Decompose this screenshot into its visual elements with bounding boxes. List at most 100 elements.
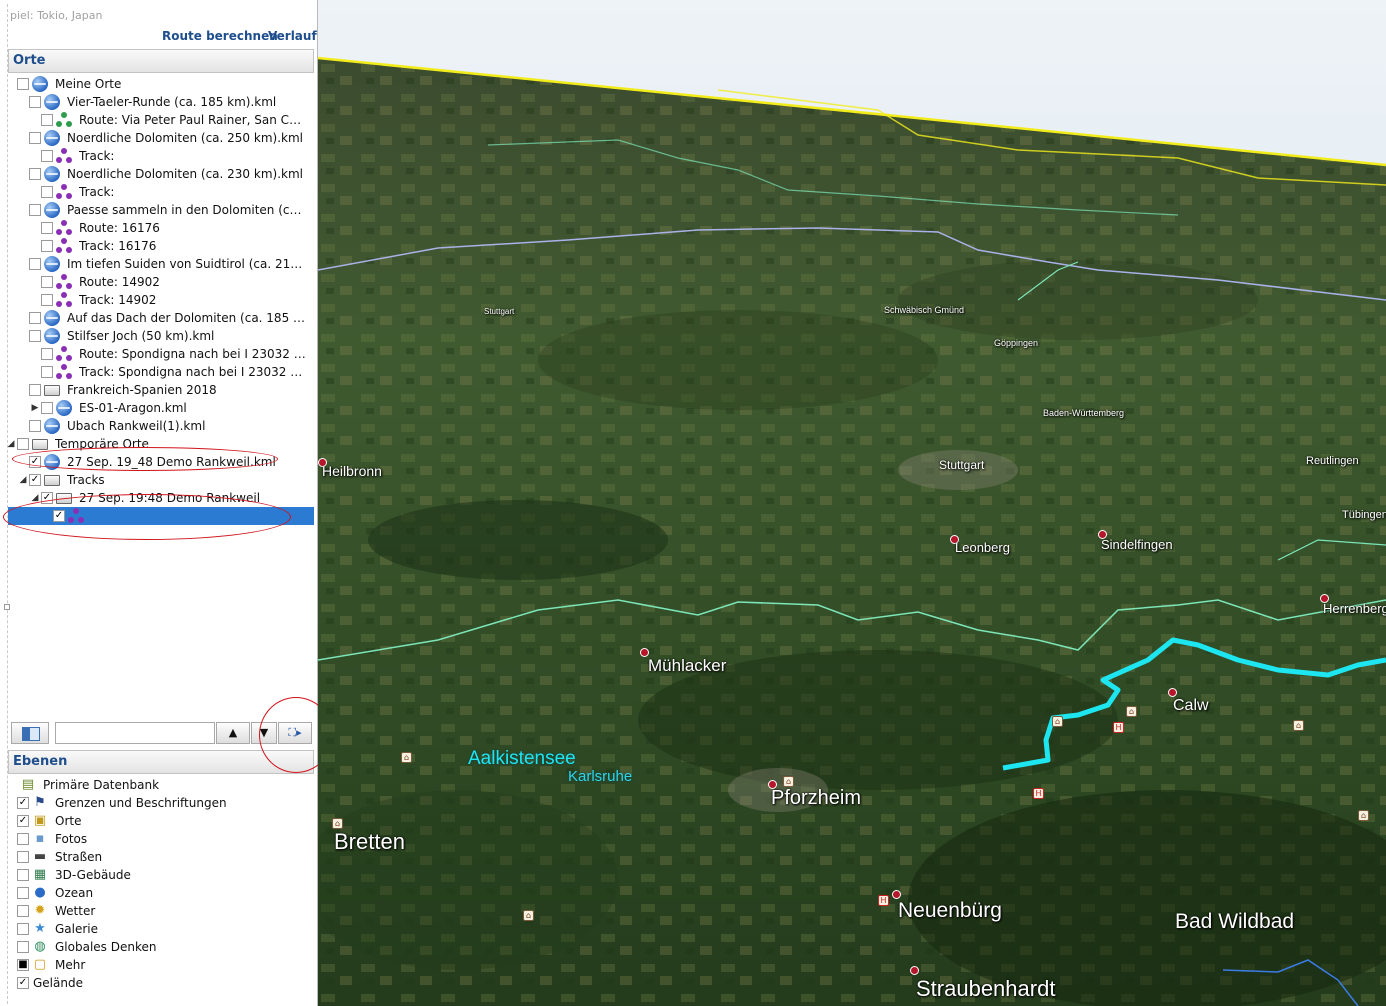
places-tree-item[interactable]: Meine Orte (8, 75, 314, 93)
move-down-button[interactable]: ▼ (251, 722, 277, 744)
hospital-icon[interactable]: H (878, 895, 889, 906)
layer-checkbox[interactable]: ■ (17, 959, 29, 971)
places-tree-item[interactable]: Route: 14902 (8, 273, 314, 291)
resize-handle[interactable] (4, 604, 10, 610)
visibility-checkbox[interactable] (41, 366, 53, 378)
places-tree-item[interactable]: Route: 16176 (8, 219, 314, 237)
visibility-checkbox[interactable] (17, 438, 29, 450)
play-tour-button[interactable]: ⛶▸ (278, 722, 312, 744)
visibility-checkbox[interactable] (29, 384, 41, 396)
visibility-checkbox[interactable] (17, 78, 29, 90)
panel-toggle-button[interactable] (11, 722, 49, 744)
museum-icon[interactable]: ⌂ (1052, 716, 1063, 727)
city-marker[interactable] (910, 966, 919, 975)
museum-icon[interactable]: ⌂ (332, 818, 343, 829)
layer-checkbox[interactable] (17, 887, 29, 899)
places-tree-item[interactable]: Track: (8, 147, 314, 165)
layer-checkbox[interactable] (17, 833, 29, 845)
visibility-checkbox[interactable] (41, 240, 53, 252)
route-link[interactable]: Route berechnen (162, 29, 278, 43)
layers-section-header[interactable]: Ebenen (8, 750, 314, 774)
visibility-checkbox[interactable] (41, 348, 53, 360)
visibility-checkbox[interactable] (29, 132, 41, 144)
visibility-checkbox[interactable] (41, 114, 53, 126)
visibility-checkbox[interactable]: ✓ (53, 510, 65, 522)
visibility-checkbox[interactable]: ✓ (29, 456, 41, 468)
layers-tree-item[interactable]: ● Ozean (8, 884, 314, 902)
layer-checkbox[interactable] (17, 869, 29, 881)
layer-checkbox[interactable]: ✓ (17, 815, 29, 827)
museum-icon[interactable]: ⌂ (401, 752, 412, 763)
layers-tree-item[interactable]: ✹ Wetter (8, 902, 314, 920)
visibility-checkbox[interactable] (29, 330, 41, 342)
places-tree-item[interactable]: Noerdliche Dolomiten (ca. 250 km).kml (8, 129, 314, 147)
visibility-checkbox[interactable] (41, 150, 53, 162)
places-tree-item[interactable]: ◢ Temporäre Orte (8, 435, 314, 453)
places-tree-item[interactable]: Track: 16176 (8, 237, 314, 255)
layer-checkbox[interactable] (17, 905, 29, 917)
places-tree-item[interactable]: ▶ ES-01-Aragon.kml (8, 399, 314, 417)
places-tree-item[interactable]: ◢ ✓ 27 Sep. 19:48 Demo Rankweil (8, 489, 314, 507)
visibility-checkbox[interactable] (41, 222, 53, 234)
move-up-button[interactable]: ▲ (216, 722, 250, 744)
places-tree-item[interactable]: Stilfser Joch (50 km).kml (8, 327, 314, 345)
visibility-checkbox[interactable] (41, 276, 53, 288)
places-search-input[interactable] (55, 722, 215, 744)
hospital-icon[interactable]: H (1033, 788, 1044, 799)
city-marker[interactable] (892, 890, 901, 899)
visibility-checkbox[interactable] (29, 204, 41, 216)
layers-tree-item[interactable]: ◍ Globales Denken (8, 938, 314, 956)
expand-arrow-icon[interactable]: ▶ (30, 399, 40, 417)
visibility-checkbox[interactable] (29, 420, 41, 432)
layers-tree-item[interactable]: ★ Galerie (8, 920, 314, 938)
layers-tree-item[interactable]: ▤ Primäre Datenbank (8, 776, 314, 794)
places-tree-item[interactable]: Track: (8, 183, 314, 201)
map-view[interactable]: ⌂ ⌂ ⌂ ⌂ ⌂ ⌂ ⌂ ⌂ H H H Heilbronn Stuttgar… (318, 0, 1386, 1006)
places-tree-item[interactable]: Noerdliche Dolomiten (ca. 230 km).kml (8, 165, 314, 183)
places-tree-item[interactable]: ✓ 27 Sep. 19_48 Demo Rankweil.kml (8, 453, 314, 471)
layers-tree-item[interactable]: ▪ Fotos (8, 830, 314, 848)
places-tree-item[interactable]: Route: Spondigna nach bei I 23032 Bormio (8, 345, 314, 363)
places-tree-item[interactable]: Paesse sammeln in den Dolomiten (ca. 267… (8, 201, 314, 219)
museum-icon[interactable]: ⌂ (783, 776, 794, 787)
places-tree-item[interactable]: ✓ (8, 507, 314, 525)
visibility-checkbox[interactable] (41, 294, 53, 306)
places-tree-item[interactable]: Im tiefen Suiden von Suidtirol (ca. 219 … (8, 255, 314, 273)
places-tree-item[interactable]: ◢ ✓ Tracks (8, 471, 314, 489)
places-tree-item[interactable]: Vier-Taeler-Runde (ca. 185 km).kml (8, 93, 314, 111)
expand-arrow-icon[interactable]: ◢ (8, 435, 16, 453)
visibility-checkbox[interactable] (29, 258, 41, 270)
museum-icon[interactable]: ⌂ (1126, 706, 1137, 717)
visibility-checkbox[interactable] (29, 168, 41, 180)
layers-tree-item[interactable]: ▦ 3D-Gebäude (8, 866, 314, 884)
museum-icon[interactable]: ⌂ (523, 910, 534, 921)
hospital-icon[interactable]: H (1113, 722, 1124, 733)
layer-checkbox[interactable]: ✓ (17, 977, 29, 989)
places-tree-item[interactable]: Track: 14902 (8, 291, 314, 309)
terrain-canvas[interactable] (318, 0, 1386, 1006)
places-section-header[interactable]: Orte (8, 49, 314, 73)
visibility-checkbox[interactable]: ✓ (29, 474, 41, 486)
places-tree-item[interactable]: Track: Spondigna nach bei I 23032 Bormio (8, 363, 314, 381)
museum-icon[interactable]: ⌂ (1358, 810, 1369, 821)
places-tree-item[interactable]: Auf das Dach der Dolomiten (ca. 185 km).… (8, 309, 314, 327)
museum-icon[interactable]: ⌂ (1293, 720, 1304, 731)
layers-tree-item[interactable]: ✓ ⚑ Grenzen und Beschriftungen (8, 794, 314, 812)
places-tree-item[interactable]: Frankreich-Spanien 2018 (8, 381, 314, 399)
layer-checkbox[interactable] (17, 851, 29, 863)
expand-arrow-icon[interactable]: ◢ (30, 489, 40, 507)
layers-tree-item[interactable]: ✓ Gelände (8, 974, 314, 992)
layers-tree-item[interactable]: ■ ▢ Mehr (8, 956, 314, 974)
layers-tree-item[interactable]: ▬ Straßen (8, 848, 314, 866)
visibility-checkbox[interactable] (41, 402, 53, 414)
layers-tree-item[interactable]: ✓ ▣ Orte (8, 812, 314, 830)
city-marker[interactable] (1168, 688, 1177, 697)
history-link[interactable]: Verlauf (268, 29, 317, 43)
visibility-checkbox[interactable] (29, 96, 41, 108)
places-tree-item[interactable]: Ubach Rankweil(1).kml (8, 417, 314, 435)
layer-checkbox[interactable] (17, 941, 29, 953)
places-tree-item[interactable]: Route: Via Peter Paul Rainer, San Candid… (8, 111, 314, 129)
visibility-checkbox[interactable] (29, 312, 41, 324)
layer-checkbox[interactable]: ✓ (17, 797, 29, 809)
layer-checkbox[interactable] (17, 923, 29, 935)
